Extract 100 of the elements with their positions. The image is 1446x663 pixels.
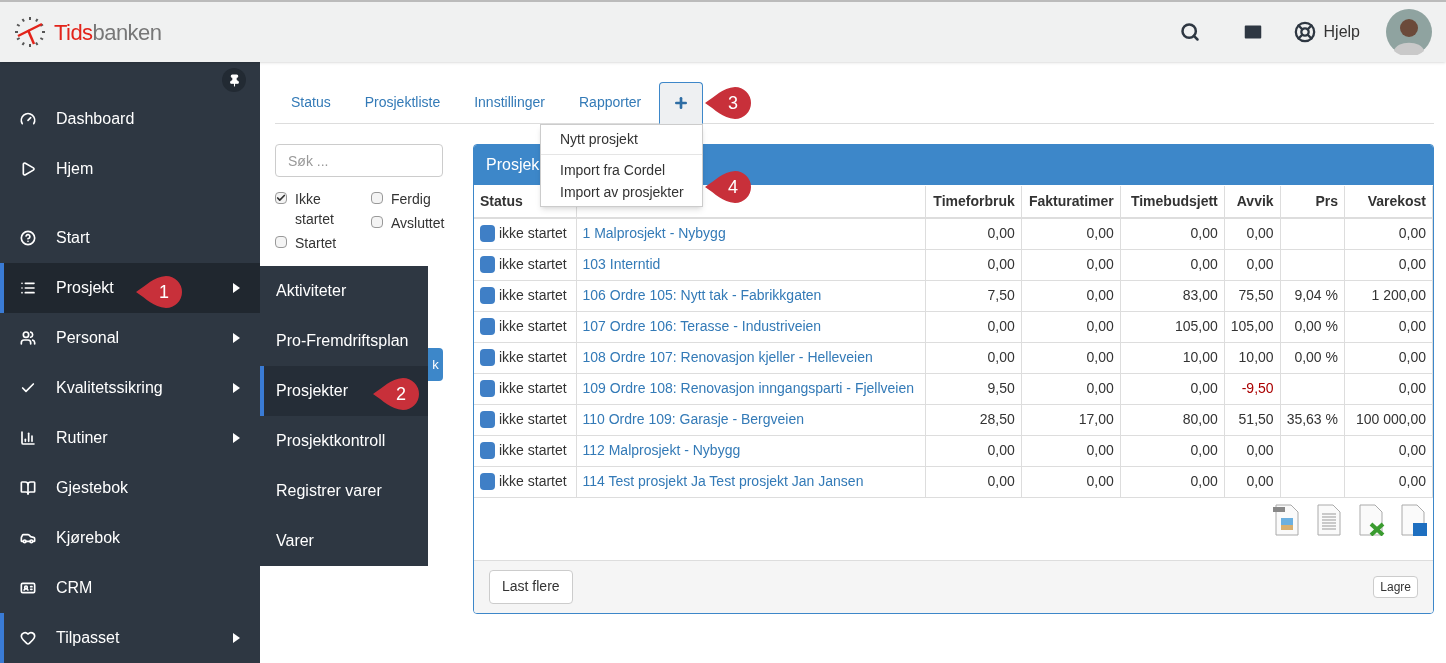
project-link[interactable]: 106 Ordre 105: Nytt tak - Fabrikkgaten [582, 287, 822, 303]
column-header: Avvik [1224, 186, 1281, 218]
callout-badge: 4 [704, 170, 752, 204]
status-text: ikke startet [499, 441, 567, 460]
table-cell: 17,00 [1078, 411, 1114, 427]
filter-button[interactable]: k [428, 348, 443, 381]
tab[interactable]: Rapporter [563, 81, 658, 123]
table-cell: 0,00 [1190, 225, 1218, 242]
table-cell: 105,00 [1230, 318, 1274, 334]
table-cell: 9,50 [987, 380, 1015, 396]
word-file-icon[interactable] [1399, 503, 1427, 536]
load-more-button[interactable]: Last flere [489, 569, 573, 604]
panel-title: Prosjek [486, 155, 540, 175]
checkbox-label: Ikke startet [295, 190, 335, 229]
save-button[interactable]: Lagre [1373, 575, 1418, 598]
table-cell: 10,00 [1238, 349, 1274, 365]
project-link[interactable]: 107 Ordre 106: Terasse - Industriveien [582, 318, 822, 334]
checkbox-label: Avsluttet [391, 214, 443, 233]
table-cell: 83,00 [1182, 287, 1218, 303]
submenu-item[interactable]: Aktiviteter [260, 266, 428, 316]
play-icon [20, 161, 36, 178]
logo-text[interactable]: Tidsbanken [54, 15, 162, 49]
add-tab[interactable] [659, 82, 704, 124]
submenu-item[interactable]: Pro-Fremdriftsplan [260, 316, 428, 366]
status-text: ikke startet [499, 255, 567, 274]
excel-file-icon[interactable] [1357, 503, 1385, 536]
table-cell: 0,00 % [1294, 349, 1338, 365]
status-text: ikke startet [499, 286, 567, 305]
lifebuoy-icon[interactable] [1293, 21, 1316, 43]
checkbox-label: Startet [295, 234, 338, 253]
tab[interactable]: Prosjektliste [348, 81, 457, 123]
table-cell: 0,00 [1086, 256, 1114, 272]
menu-item[interactable]: Import fra Cordel [541, 159, 702, 181]
book-icon [20, 480, 36, 496]
project-link[interactable]: 103 Interntid [582, 256, 661, 272]
image-file-icon[interactable] [1273, 503, 1301, 536]
table-cell: 0,00 [987, 349, 1015, 365]
status-text: ikke startet [499, 472, 567, 491]
table-cell: 0,00 [987, 225, 1015, 242]
column-header: Timeforbruk [925, 186, 1022, 218]
project-link[interactable]: 108 Ordre 107: Renovasjon kjeller - Helleveien [582, 349, 873, 365]
logo-icon [14, 16, 46, 48]
status-text: ikke startet [499, 410, 567, 429]
table-cell: 0,00 [1398, 473, 1426, 489]
status-text: ikke startet [499, 317, 567, 336]
table-cell: 0,00 [1086, 225, 1114, 242]
table-cell: 0,00 [1246, 473, 1274, 489]
table-cell: 0,00 [1190, 473, 1218, 489]
plus-icon [673, 95, 690, 111]
pin-button[interactable] [222, 68, 246, 92]
caret-icon [233, 283, 240, 293]
table-cell: 100 000,00 [1355, 411, 1426, 427]
help-icon [20, 230, 36, 246]
caret-icon [233, 383, 240, 393]
heart-icon [20, 630, 36, 646]
search-field[interactable]: Søk ... [275, 144, 443, 177]
table-cell: 0,00 [1086, 442, 1114, 458]
caret-icon [233, 633, 240, 643]
table-cell: 10,00 [1182, 349, 1218, 365]
checkbox[interactable] [371, 216, 383, 228]
column-header: Prs [1280, 186, 1345, 218]
tab[interactable]: Innstillinger [458, 81, 561, 123]
help-link[interactable]: Hjelp [1323, 20, 1360, 44]
status-text: ikke startet [499, 348, 567, 367]
column-header: Varekost [1344, 186, 1433, 218]
pin-icon [227, 73, 241, 87]
table-cell: 0,00 [1398, 442, 1426, 458]
table-cell: 0,00 [1086, 287, 1114, 303]
table-cell: 0,00 % [1294, 318, 1338, 334]
table-cell: 0,00 [1190, 380, 1218, 396]
submenu-item[interactable]: Varer [260, 516, 428, 566]
table-cell: 0,00 [987, 318, 1015, 334]
status-text: ikke startet [499, 224, 567, 244]
id-card-icon [20, 580, 36, 596]
table-cell: 0,00 [1086, 380, 1114, 396]
table-cell: 0,00 [1086, 318, 1114, 334]
table-cell: 0,00 [987, 473, 1015, 489]
bar-chart-icon [20, 430, 36, 446]
checkbox[interactable] [371, 192, 383, 204]
project-link[interactable]: 112 Malprosjekt - Nybygg [582, 442, 741, 458]
project-link[interactable]: 109 Ordre 108: Renovasjon inngangsparti - Fjellveien [582, 380, 915, 396]
callout-badge: 1 [135, 275, 183, 309]
menu-item[interactable]: Nytt prosjekt [541, 128, 702, 150]
tab[interactable]: Status [275, 81, 347, 123]
table-cell: 0,00 [1190, 442, 1218, 458]
table-cell: 51,50 [1238, 411, 1274, 427]
list-icon [20, 280, 36, 296]
checkbox[interactable] [275, 236, 287, 248]
table-cell: 0,00 [1246, 256, 1274, 272]
checkbox[interactable] [275, 192, 287, 204]
status-text: ikke startet [499, 379, 567, 398]
submenu-item[interactable]: Prosjektkontroll [260, 416, 428, 466]
table-cell: 28,50 [979, 411, 1015, 427]
project-link[interactable]: 1 Malprosjekt - Nybygg [582, 225, 726, 242]
submenu-item[interactable]: Registrer varer [260, 466, 428, 516]
project-link[interactable]: 110 Ordre 109: Garasje - Bergveien [582, 411, 805, 427]
project-link[interactable]: 114 Test prosjekt Ja Test prosjekt Jan Jansen [582, 473, 864, 489]
table-cell: 105,00 [1174, 318, 1218, 334]
search-icon[interactable] [1179, 22, 1200, 42]
avatar[interactable] [1386, 9, 1432, 55]
